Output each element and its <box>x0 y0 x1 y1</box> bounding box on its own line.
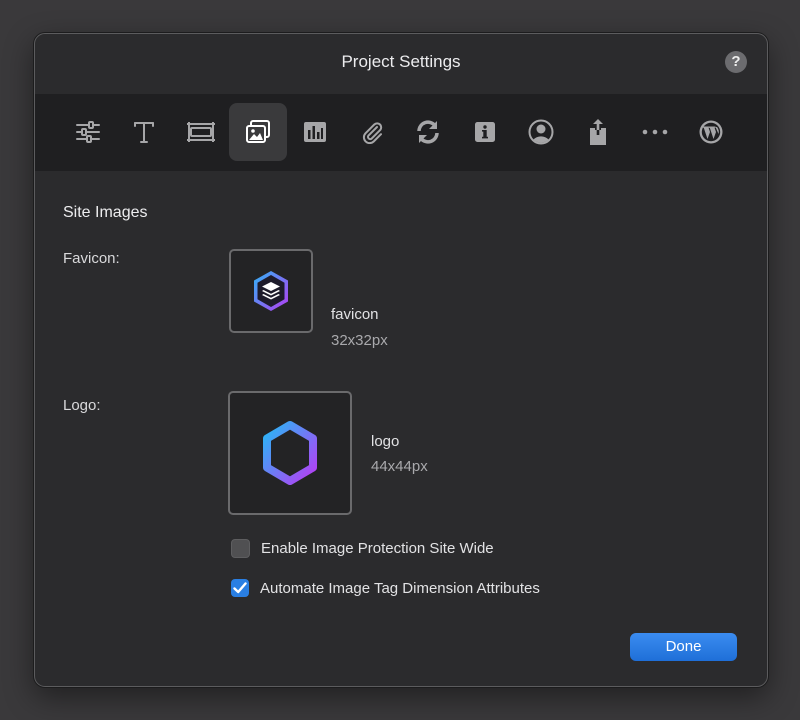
favicon-image-well[interactable] <box>229 249 313 333</box>
project-settings-dialog: Project Settings ? Site Images Favicon: … <box>34 33 768 687</box>
text-icon <box>134 122 154 143</box>
tab-more[interactable] <box>626 103 684 161</box>
favicon-preview-icon <box>254 271 288 311</box>
favicon-name: favicon <box>331 306 379 323</box>
tab-info[interactable] <box>456 103 514 161</box>
automate-dimensions-option[interactable]: Automate Image Tag Dimension Attributes <box>231 579 540 597</box>
image-protection-option[interactable]: Enable Image Protection Site Wide <box>231 539 494 558</box>
title-bar: Project Settings ? <box>35 34 767 94</box>
tab-account[interactable] <box>512 103 570 161</box>
share-icon <box>590 119 606 145</box>
image-protection-checkbox[interactable] <box>231 539 250 558</box>
tab-text[interactable] <box>115 103 173 161</box>
automate-dimensions-label: Automate Image Tag Dimension Attributes <box>260 579 540 597</box>
checkmark-icon <box>233 582 247 594</box>
paperclip-icon <box>362 122 383 144</box>
more-icon <box>642 129 668 135</box>
tab-images[interactable] <box>229 103 287 161</box>
dialog-title: Project Settings <box>341 52 461 71</box>
chart-icon <box>304 122 326 142</box>
tab-layout[interactable] <box>172 103 230 161</box>
sliders-icon <box>76 121 100 143</box>
favicon-size: 32x32px <box>331 332 388 349</box>
favicon-label: Favicon: <box>63 250 120 267</box>
tab-general[interactable] <box>59 103 117 161</box>
image-protection-label: Enable Image Protection Site Wide <box>261 540 494 557</box>
logo-name: logo <box>371 433 400 450</box>
wordpress-icon <box>699 120 723 144</box>
info-icon <box>475 122 495 142</box>
logo-label: Logo: <box>63 397 101 414</box>
tab-attachments[interactable] <box>343 103 401 161</box>
automate-dimensions-checkbox[interactable] <box>231 579 249 597</box>
logo-size: 44x44px <box>371 458 428 475</box>
tab-wordpress[interactable] <box>682 103 740 161</box>
tab-export[interactable] <box>569 103 627 161</box>
settings-toolbar <box>35 94 767 171</box>
section-title: Site Images <box>63 204 148 221</box>
tab-statistics[interactable] <box>286 103 344 161</box>
images-icon <box>246 120 270 143</box>
sync-icon <box>417 120 439 144</box>
help-button[interactable]: ? <box>725 51 747 73</box>
done-button[interactable]: Done <box>630 633 737 661</box>
layout-icon <box>187 122 215 142</box>
logo-image-well[interactable] <box>228 391 352 515</box>
tab-publishing[interactable] <box>399 103 457 161</box>
user-icon <box>528 119 554 145</box>
site-images-panel: Site Images Favicon: favicon 32x32px Log… <box>35 171 767 686</box>
logo-preview-icon <box>263 421 317 485</box>
